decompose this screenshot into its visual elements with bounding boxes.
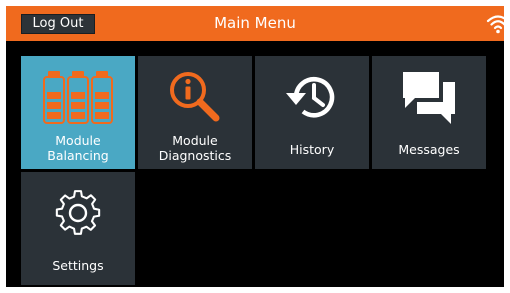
module-balancing-tile[interactable]: Module Balancing xyxy=(21,56,135,169)
messages-tile[interactable]: Messages xyxy=(372,56,486,169)
history-tile[interactable]: History xyxy=(255,56,369,169)
module-diagnostics-tile[interactable]: Module Diagnostics xyxy=(138,56,252,169)
gear-icon xyxy=(55,190,101,235)
messages-label: Messages xyxy=(398,142,460,157)
history-clock-icon xyxy=(286,77,335,118)
module-diagnostics-label: Module Diagnostics xyxy=(158,133,232,163)
logout-button[interactable]: Log Out xyxy=(21,14,95,34)
messages-icon xyxy=(403,72,455,124)
module-balancing-label: Module Balancing xyxy=(47,133,109,163)
settings-label: Settings xyxy=(52,258,104,273)
history-label: History xyxy=(289,142,335,157)
wifi-icon xyxy=(486,15,504,34)
header-bar: Main Menu Log Out xyxy=(6,6,504,41)
screen: Main Menu Log Out Module Balancing Modul… xyxy=(6,6,504,287)
info-magnifier-icon xyxy=(170,72,220,122)
settings-tile[interactable]: Settings xyxy=(21,172,135,285)
battery-modules-icon xyxy=(43,71,113,124)
